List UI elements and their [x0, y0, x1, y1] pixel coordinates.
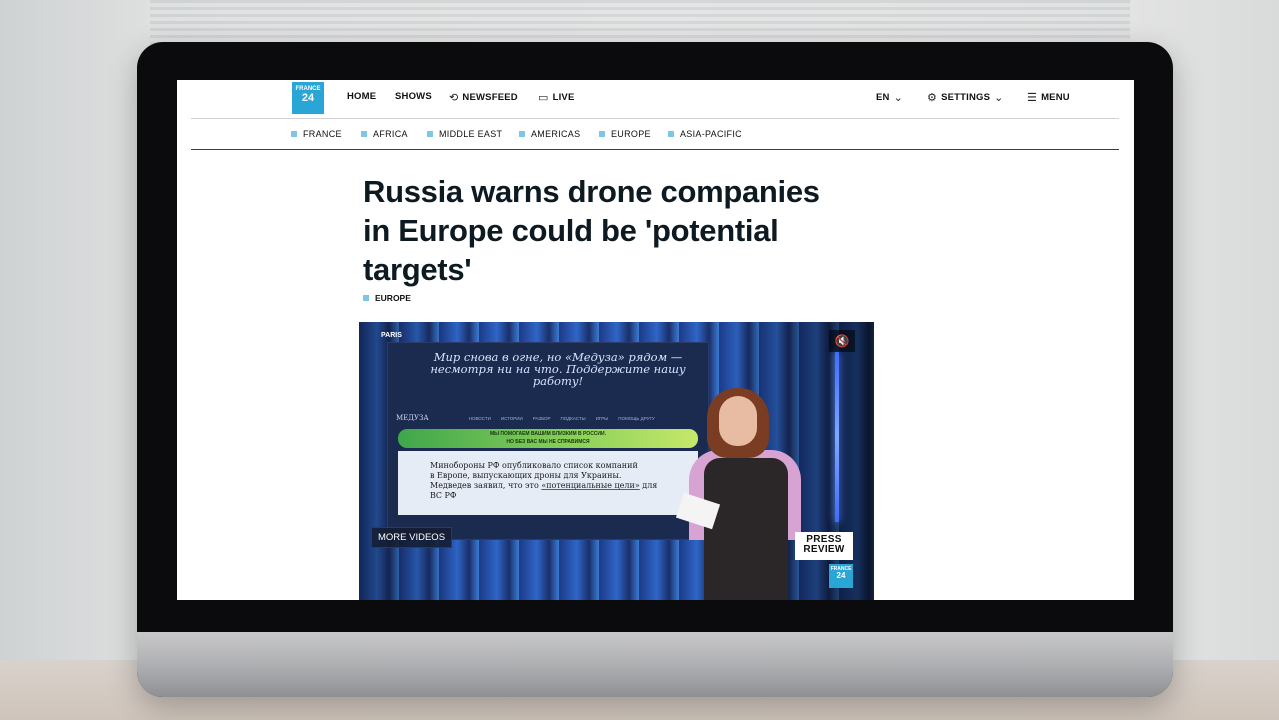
more-videos-button[interactable]: MORE VIDEOS	[371, 527, 453, 548]
nav-home-label: HOME	[347, 91, 377, 102]
browser-viewport: FRANCE 24 HOME SHOWS ⟲ NEWSFEED ▭ LIVE E…	[177, 80, 1134, 600]
category-label: EUROPE	[375, 293, 411, 303]
category-marker	[363, 295, 369, 301]
wall-menu-item: РАЗБОР	[532, 415, 551, 421]
region-label: ASIA-PACIFIC	[680, 129, 742, 139]
region-france[interactable]: FRANCE	[291, 129, 342, 139]
region-navigation: FRANCE AFRICA MIDDLE EAST AMERICAS EUROP…	[191, 119, 1119, 150]
france24-logo[interactable]: FRANCE 24	[292, 82, 324, 114]
chevron-down-icon: ⌄	[893, 92, 904, 104]
region-marker	[361, 131, 367, 137]
hamburger-icon: ☰	[1027, 92, 1038, 104]
vlogo-line2: 24	[836, 571, 846, 580]
wall-text-line2: в Европе, выпускающих дроны для Украины.	[430, 471, 622, 480]
nav-newsfeed-label: NEWSFEED	[462, 92, 518, 103]
chevron-down-icon: ⌄	[994, 92, 1004, 104]
video-channel-logo: FRANCE 24	[829, 564, 853, 588]
wall-menu-item: ПОМОЩЬ ДРУГУ	[618, 415, 655, 421]
region-europe[interactable]: EUROPE	[599, 129, 651, 139]
nav-newsfeed[interactable]: ⟲ NEWSFEED	[449, 91, 518, 104]
presenter-vest	[704, 458, 788, 600]
wall-text-part: для	[642, 481, 658, 490]
nav-shows[interactable]: SHOWS	[395, 91, 432, 102]
wall-menu-item: НОВОСТИ	[468, 415, 491, 421]
nav-shows-label: SHOWS	[395, 91, 432, 102]
region-label: AFRICA	[373, 129, 408, 139]
top-navigation: FRANCE 24 HOME SHOWS ⟲ NEWSFEED ▭ LIVE E…	[191, 80, 1119, 119]
gear-icon: ⚙	[927, 92, 938, 104]
wall-text-line4: ВС РФ	[430, 491, 457, 500]
wall-screen-banner: МЫ ПОМОГАЕМ ВАШИМ БЛИЗКИМ В РОССИИ. НО Б…	[398, 429, 698, 448]
logo-line2: 24	[301, 92, 315, 104]
studio-light-beam	[835, 352, 839, 522]
settings-button[interactable]: ⚙ SETTINGS ⌄	[927, 91, 1004, 104]
presenter-face	[719, 396, 757, 446]
region-label: FRANCE	[303, 129, 342, 139]
wall-screen-title: Мир снова в огне, но «Медуза» рядом — не…	[430, 350, 686, 388]
wall-text-underlined: «потенциальные цели»	[541, 481, 640, 490]
region-label: AMERICAS	[531, 129, 581, 139]
wall-text-line1: Минобороны РФ опубликовало список компан…	[430, 461, 638, 470]
region-americas[interactable]: AMERICAS	[519, 129, 580, 139]
mute-icon[interactable]: 🔇	[829, 330, 855, 352]
region-marker	[519, 131, 525, 137]
wall-text-line3: Медведев заявил, что это «потенциальные …	[430, 481, 698, 491]
press-line2: REVIEW	[803, 544, 845, 555]
wall-menu-item: ПОДКАСТЫ	[560, 415, 586, 421]
tv-icon: ▭	[538, 92, 549, 104]
banner-line2: НО БЕЗ ВАС МЫ НЕ СПРАВИМСЯ	[506, 439, 590, 445]
region-marker	[427, 131, 433, 137]
studio-wall-screen: Мир снова в огне, но «Медуза» рядом — не…	[387, 342, 709, 540]
region-middle-east[interactable]: MIDDLE EAST	[427, 129, 502, 139]
region-label: MIDDLE EAST	[439, 129, 503, 139]
banner-line1: МЫ ПОМОГАЕМ ВАШИМ БЛИЗКИМ В РОССИИ.	[489, 431, 606, 437]
menu-label: MENU	[1041, 92, 1070, 103]
nav-live-label: LIVE	[552, 92, 575, 103]
article-category-tag[interactable]: EUROPE	[363, 293, 411, 303]
region-marker	[668, 131, 674, 137]
region-asia-pacific[interactable]: ASIA-PACIFIC	[668, 129, 742, 139]
wall-screen-text: Минобороны РФ опубликовало список компан…	[398, 451, 698, 515]
region-marker	[599, 131, 605, 137]
wall-text-part: Медведев заявил, что это	[430, 481, 539, 490]
logo-line1: FRANCE	[295, 86, 321, 92]
wall-menu-item: ИСТОРИИ	[500, 415, 523, 421]
wall-screen-menu: МЕДУЗА НОВОСТИ ИСТОРИИ РАЗБОР ПОДКАСТЫ И…	[396, 411, 696, 425]
location-label: PARIS	[381, 332, 402, 339]
history-icon: ⟲	[449, 92, 459, 104]
wall-menu-item: ИГРЫ	[595, 415, 609, 421]
article-headline: Russia warns drone companies in Europe c…	[363, 174, 820, 287]
wall-screen-logo: МЕДУЗА	[396, 414, 429, 422]
settings-label: SETTINGS	[941, 92, 991, 103]
language-select[interactable]: EN ⌄	[876, 91, 903, 104]
region-label: EUROPE	[611, 129, 651, 139]
menu-button[interactable]: ☰ MENU	[1027, 91, 1070, 104]
press-review-badge: PRESS REVIEW	[795, 532, 853, 560]
monitor-chin	[137, 632, 1173, 697]
video-player[interactable]: Мир снова в огне, но «Медуза» рядом — не…	[359, 322, 874, 600]
region-africa[interactable]: AFRICA	[361, 129, 408, 139]
nav-home[interactable]: HOME	[347, 91, 376, 102]
region-marker	[291, 131, 297, 137]
language-label: EN	[876, 92, 890, 103]
nav-live[interactable]: ▭ LIVE	[538, 91, 575, 104]
